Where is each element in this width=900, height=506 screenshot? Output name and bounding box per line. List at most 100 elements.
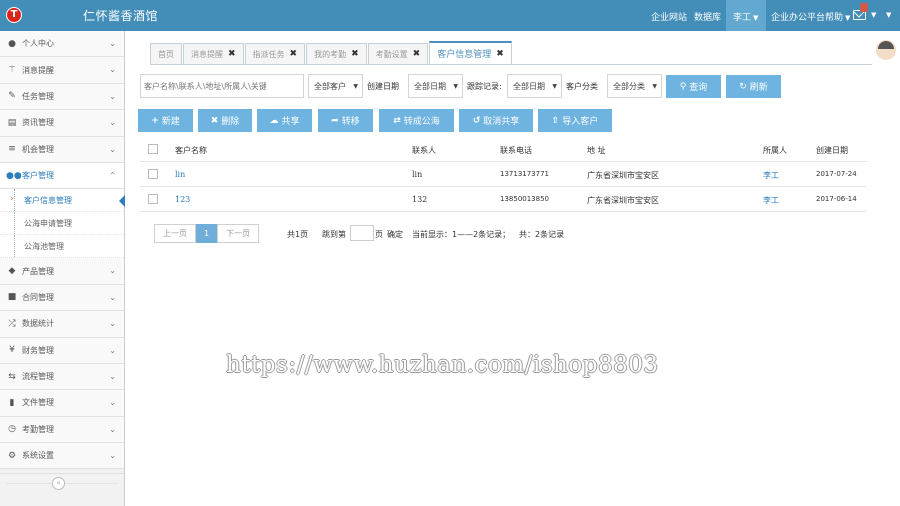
customer-name-link[interactable]: lin [175, 170, 185, 179]
sidebar-item-attendance[interactable]: ◷ 考勤管理 ⌄ [0, 416, 124, 444]
tree-line [14, 189, 15, 212]
chevron-down-icon: ▼ [353, 83, 358, 90]
sidebar-item-contracts[interactable]: ■ 合同管理 ⌄ [0, 284, 124, 312]
upload-icon: ⇧ [551, 115, 560, 126]
pagination: 上一页 1 下一页 [154, 224, 260, 243]
customer-name-link[interactable]: 123 [175, 195, 190, 204]
import-customers-button[interactable]: ⇧ 导入客户 [538, 109, 612, 132]
sidebar-item-products[interactable]: ◆ 产品管理 ⌄ [0, 258, 124, 285]
chevron-down-icon[interactable]: ▼ [869, 10, 876, 20]
share-button[interactable]: ☁ 共享 [257, 109, 312, 132]
tab-home[interactable]: 首页 [150, 43, 182, 64]
prev-page-button[interactable]: 上一页 [154, 224, 196, 243]
sidebar-item-opportunities[interactable]: ≡ 机会管理 ⌄ [0, 136, 124, 163]
newspaper-icon: ▤ [7, 117, 17, 128]
column-header[interactable]: 客户名称 [175, 145, 207, 156]
dropbox-icon: ◆ [8, 266, 16, 277]
gear-icon: ⚙ [7, 450, 17, 461]
tab-my-attendance[interactable]: 我的考勤 ✖ [306, 43, 367, 64]
contact-cell: 132 [412, 195, 428, 204]
owner-link[interactable]: 李工 [763, 195, 779, 206]
create-date-label: 创建日期 [367, 82, 399, 91]
close-icon[interactable]: ✖ [351, 49, 359, 59]
chevron-down-icon: ▼ [453, 83, 458, 90]
page-number-input[interactable] [350, 225, 374, 241]
sidebar: ● 个人中心 ⌄ ⚚ 消息提醒 ⌄ ✎ 任务管理 ⌄ ▤ 资讯管理 ⌄ ≡ 机会管理 ⌄ ●● 客户管… [0, 31, 125, 506]
create-date-select[interactable]: 全部日期 ▼ [408, 74, 463, 98]
database-link[interactable]: 数据库 [694, 10, 721, 23]
chevron-down-icon: ⌄ [109, 144, 116, 154]
help-menu[interactable]: 企业办公平台帮助 ▼ [771, 10, 850, 23]
help-label: 企业办公平台帮助 [771, 13, 844, 23]
sidebar-item-finance[interactable]: ¥ 财务管理 ⌄ [0, 337, 124, 364]
refresh-button[interactable]: ↻ 刷新 [726, 75, 781, 98]
column-header[interactable]: 所属人 [763, 145, 787, 156]
sidebar-item-news[interactable]: ▤ 资讯管理 ⌄ [0, 110, 124, 137]
user-menu[interactable]: 李工 ▼ [726, 0, 766, 31]
sidebar-item-customers[interactable]: ●● 客户管理 ⌃ [0, 162, 124, 190]
tab-notifications[interactable]: 消息提醒 ✖ [183, 43, 244, 64]
customer-scope-select[interactable]: 全部客户 ▼ [308, 74, 363, 98]
new-button[interactable]: + 新建 [138, 109, 193, 132]
contact-cell: lin [412, 170, 423, 179]
current-page-button[interactable]: 1 [196, 224, 218, 243]
sidebar-item-settings[interactable]: ⚙ 系统设置 ⌄ [0, 443, 124, 470]
tab-attendance-settings[interactable]: 考勤设置 ✖ [367, 43, 429, 64]
collapse-sidebar-icon[interactable]: « [52, 477, 65, 490]
column-header[interactable]: 联系电话 [500, 145, 532, 156]
user-icon: ● [8, 38, 16, 49]
sidebar-item-workflow[interactable]: ⇆ 流程管理 ⌄ [0, 363, 124, 391]
file-icon: ▮ [9, 397, 15, 408]
tree-line [14, 235, 15, 258]
delete-button[interactable]: ✖ 删除 [198, 109, 252, 132]
tab-customer-info[interactable]: 客户信息管理 ✖ [429, 41, 512, 64]
tab-assigned-tasks[interactable]: 指派任务 ✖ [244, 43, 306, 64]
sidebar-item-notifications[interactable]: ⚚ 消息提醒 ⌄ [0, 57, 124, 84]
transfer-button[interactable]: ➦ 转移 [318, 109, 373, 132]
close-icon[interactable]: ✖ [228, 49, 236, 59]
follow-date-select[interactable]: 全部日期 ▼ [507, 74, 562, 98]
column-header[interactable]: 联系人 [412, 145, 436, 156]
row-checkbox[interactable] [148, 194, 158, 204]
chevron-down-icon[interactable]: ▼ [884, 10, 891, 20]
company-site-link[interactable]: 企业网站 [651, 10, 687, 23]
chevron-down-icon: ⌄ [109, 266, 116, 276]
chevron-down-icon: ⌄ [109, 398, 116, 408]
select-all-checkbox[interactable] [148, 144, 158, 154]
close-icon[interactable]: ✖ [290, 49, 298, 59]
watermark: https://www.huzhan.com/ishop8803 [226, 352, 659, 378]
total-records-text: 共：2条记录 [519, 230, 565, 239]
chevron-down-icon: ⌄ [109, 451, 116, 461]
x-icon: ✖ [210, 115, 219, 126]
column-header[interactable]: 地 址 [587, 145, 606, 156]
cancel-share-button[interactable]: ↺ 取消共享 [459, 109, 533, 132]
chevron-down-icon: ⌄ [109, 39, 116, 48]
sidebar-collapse-bar: « [0, 473, 124, 506]
column-header[interactable]: 创建日期 [816, 145, 848, 156]
jump-to-label: 跳到第 [322, 230, 346, 239]
assistant-avatar[interactable] [876, 40, 896, 60]
sidebar-subitem-pool-apply[interactable]: 公海申请管理 [0, 212, 124, 236]
sidebar-item-tasks[interactable]: ✎ 任务管理 ⌄ [0, 83, 124, 111]
close-icon[interactable]: ✖ [413, 49, 421, 59]
category-select[interactable]: 全部分类 ▼ [607, 74, 662, 98]
row-checkbox[interactable] [148, 169, 158, 179]
sidebar-subitem-pool[interactable]: 公海池管理 [0, 235, 124, 259]
owner-link[interactable]: 李工 [763, 170, 779, 181]
close-icon[interactable]: ✖ [496, 49, 504, 59]
cloud-icon: ☁ [269, 115, 279, 126]
search-input[interactable] [140, 74, 304, 98]
next-page-button[interactable]: 下一页 [217, 224, 260, 243]
chevron-up-icon: ⌃ [109, 170, 116, 180]
sidebar-item-statistics[interactable]: ⤮ 数据统计 ⌄ [0, 311, 124, 338]
to-public-pool-button[interactable]: ⇄ 转成公海 [379, 109, 454, 132]
logo-icon: T [6, 7, 22, 23]
chevron-down-icon: ▼ [845, 14, 851, 22]
confirm-jump-link[interactable]: 确定 [387, 229, 403, 240]
list-icon: ≡ [8, 144, 16, 155]
sidebar-subitem-customer-info[interactable]: 客户信息管理 [0, 189, 125, 213]
sidebar-item-files[interactable]: ▮ 文件管理 ⌄ [0, 390, 124, 417]
category-label: 客户分类 [566, 82, 598, 91]
sidebar-item-personal[interactable]: ● 个人中心 ⌄ [0, 31, 124, 58]
query-button[interactable]: ⚲ 查询 [666, 75, 721, 98]
